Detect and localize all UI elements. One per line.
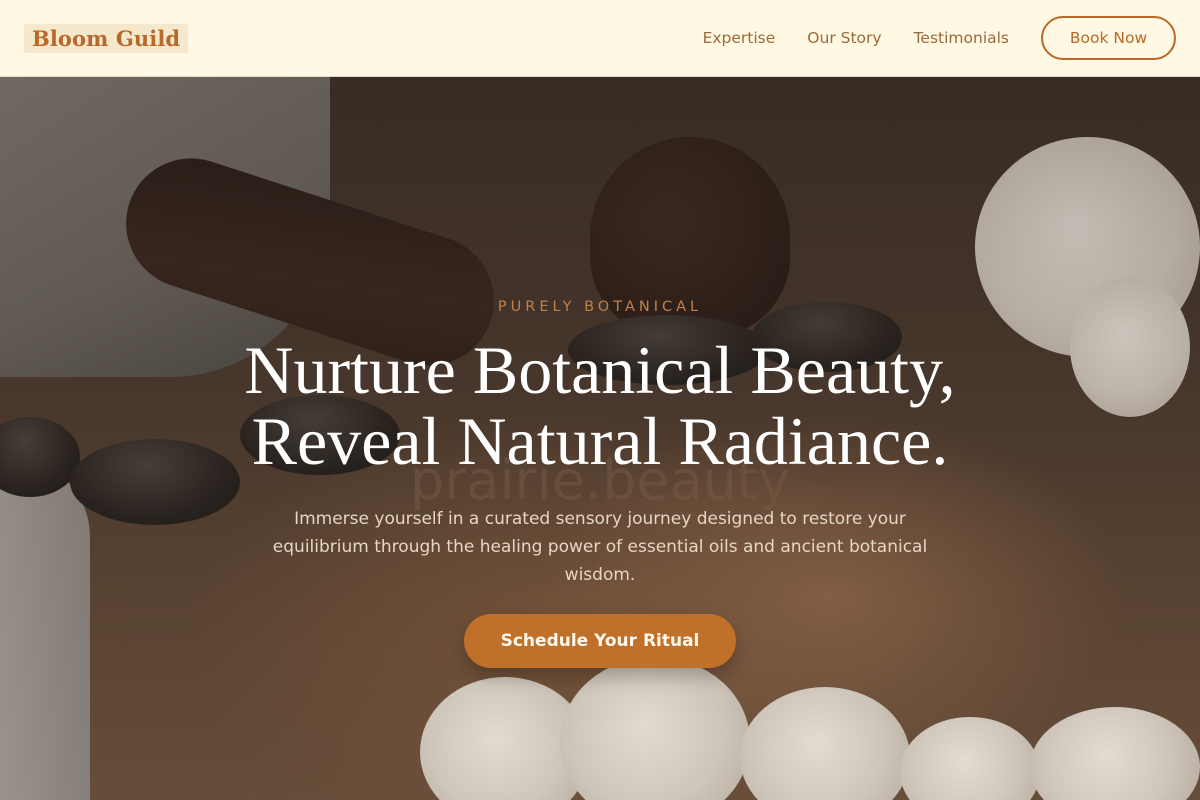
- hero-headline-line2: Reveal Natural Radiance.: [251, 403, 949, 479]
- schedule-ritual-button[interactable]: Schedule Your Ritual: [464, 614, 736, 668]
- hero-headline-line1: Nurture Botanical Beauty,: [244, 332, 956, 408]
- hero-description: Immerse yourself in a curated sensory jo…: [272, 509, 928, 585]
- hero-content: PURELY BOTANICAL prairie.beauty Nurture …: [0, 77, 1200, 800]
- brand-logo[interactable]: Bloom Guild: [24, 23, 189, 53]
- main-nav: Expertise Our Story Testimonials Book No…: [671, 16, 1176, 60]
- nav-link-testimonials[interactable]: Testimonials: [914, 29, 1009, 47]
- nav-link-expertise[interactable]: Expertise: [703, 29, 776, 47]
- nav-link-our-story[interactable]: Our Story: [807, 29, 881, 47]
- hero-section: PURELY BOTANICAL prairie.beauty Nurture …: [0, 77, 1200, 800]
- site-header: Bloom Guild Expertise Our Story Testimon…: [0, 0, 1200, 77]
- hero-eyebrow: PURELY BOTANICAL: [497, 299, 703, 315]
- book-now-button[interactable]: Book Now: [1041, 16, 1176, 60]
- hero-headline: Nurture Botanical Beauty, Reveal Natural…: [0, 335, 1200, 477]
